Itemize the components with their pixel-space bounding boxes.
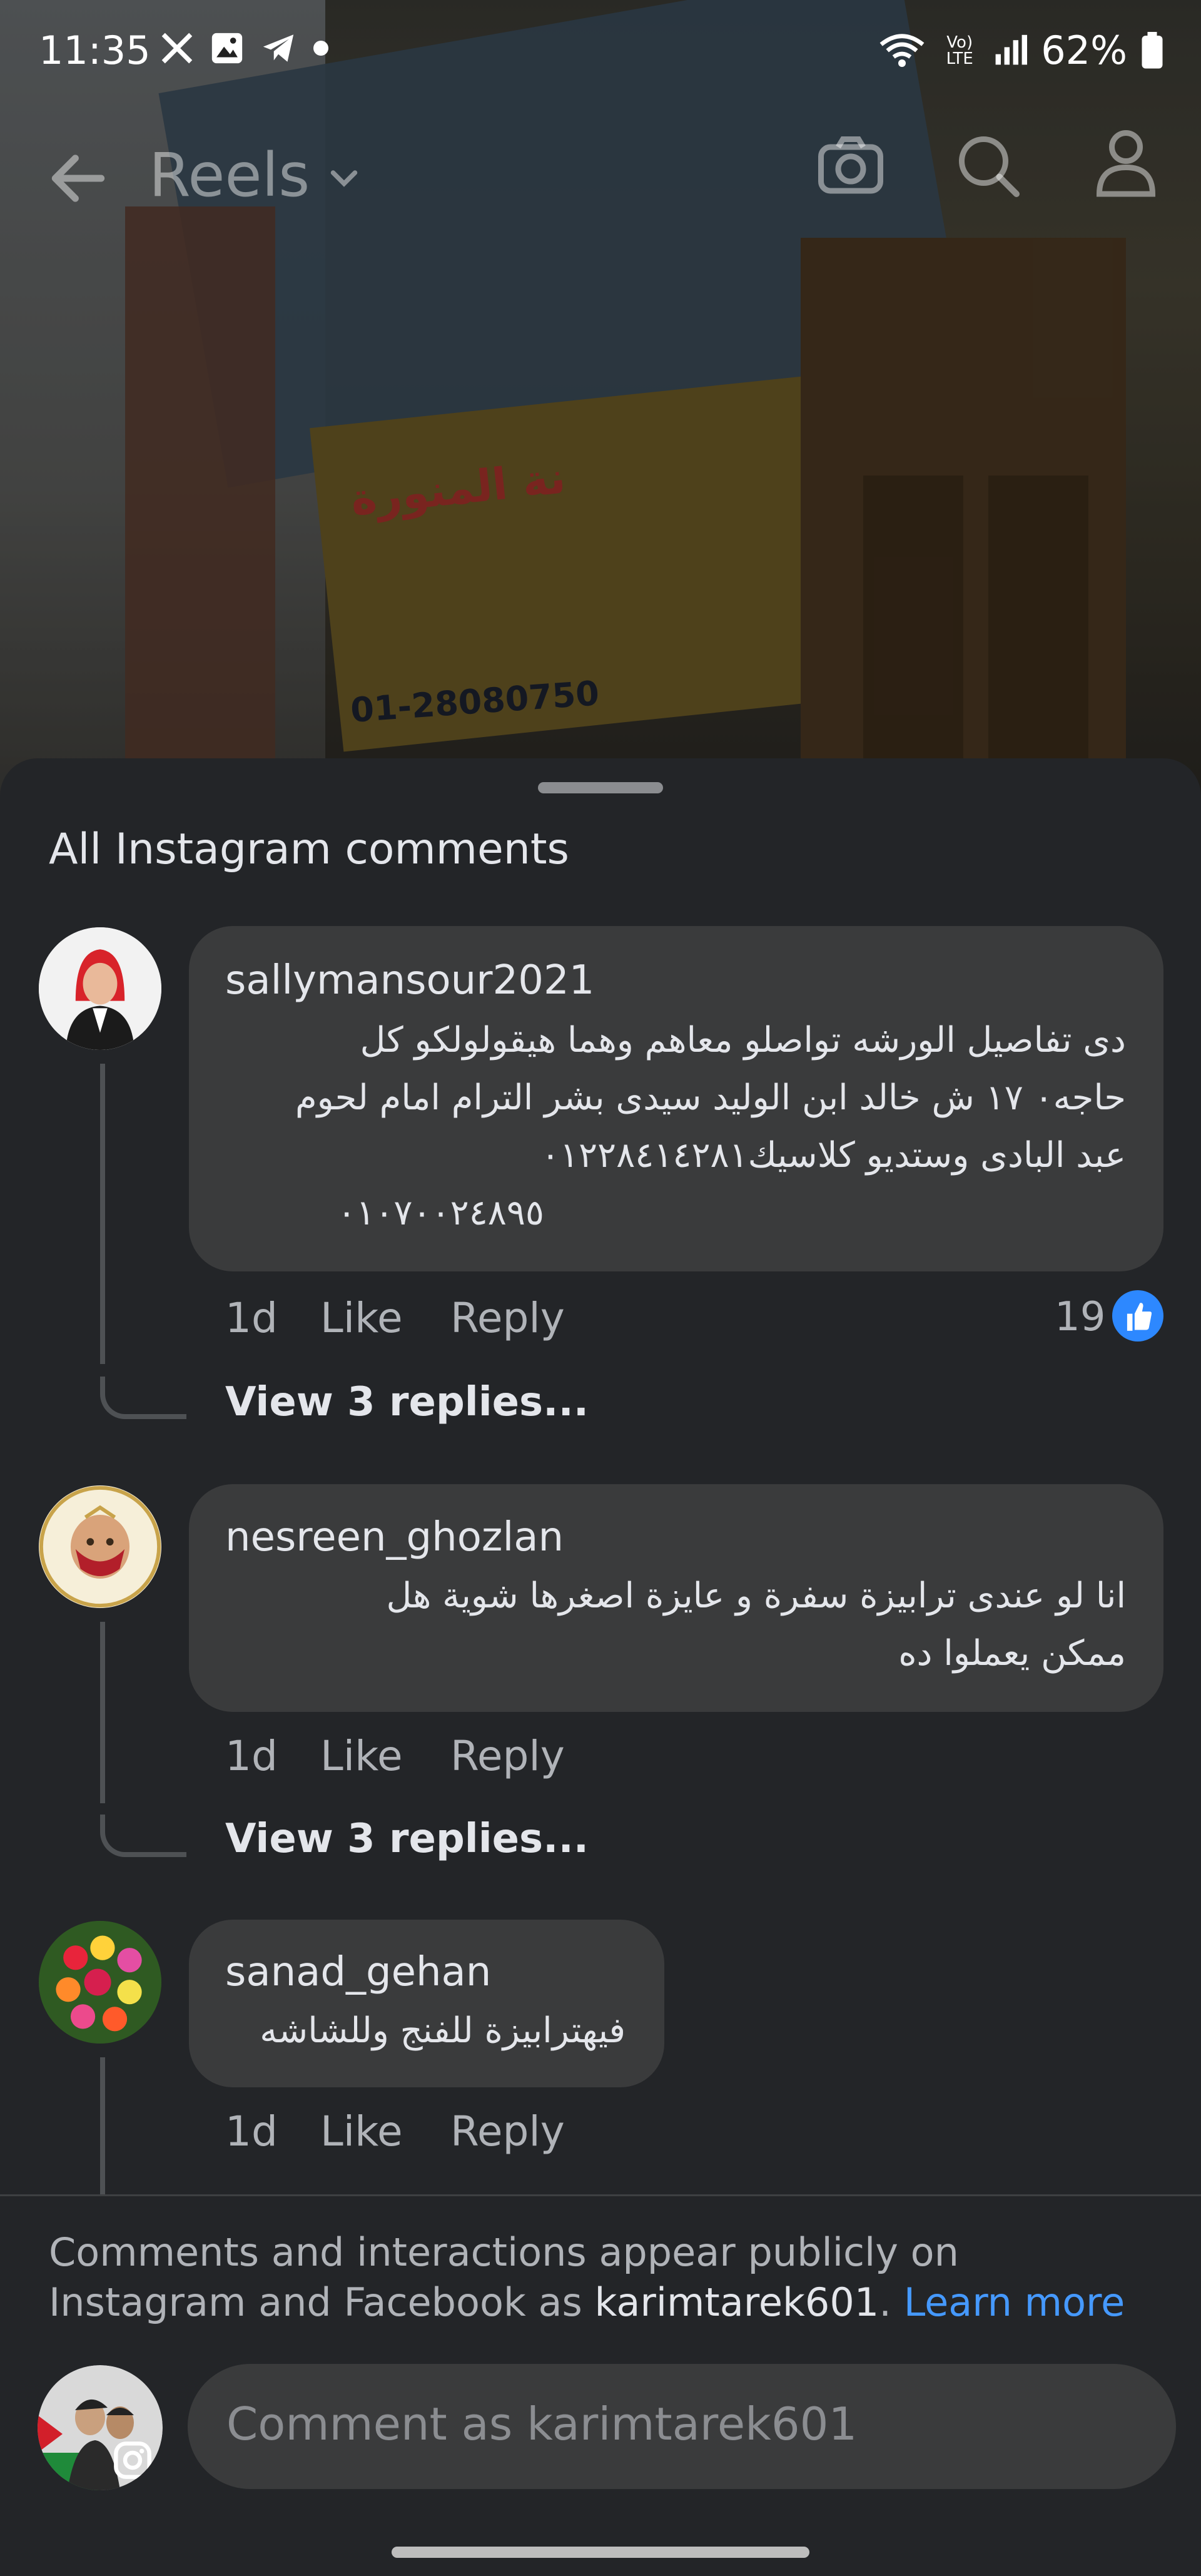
thread-connector [100, 1815, 186, 1857]
public-comment-notice: Comments and interactions appear publicl… [49, 2227, 1162, 2328]
comment-username[interactable]: nesreen_ghozlan [225, 1514, 564, 1560]
comment-text-line: حاجه۰ ١٧ ش خالد ابن الوليد سيدى بشر التر… [295, 1077, 1126, 1118]
search-icon[interactable] [951, 128, 1026, 203]
like-button[interactable]: Like [320, 1732, 403, 1780]
thread-connector [100, 1377, 186, 1419]
avatar-image [39, 1921, 161, 2044]
thread-line [100, 1064, 105, 1364]
comment-username[interactable]: sallymansour2021 [225, 957, 594, 1004]
reply-button[interactable]: Reply [450, 1732, 565, 1780]
battery-icon [1142, 31, 1163, 68]
footer-divider [0, 2194, 1201, 2196]
notice-account: karimtarek601 [594, 2279, 879, 2325]
volte-label: Vo) LTE [946, 33, 973, 68]
status-time: 11:35 [39, 28, 151, 73]
comment-username[interactable]: sanad_gehan [225, 1949, 491, 1995]
sheet-drag-handle[interactable] [538, 782, 663, 793]
status-bar: 11:35 Vo) LTE 62% [0, 0, 1201, 103]
comment-text-line: انا لو عندى ترابيزة سفرة و عايزة اصغرها … [386, 1576, 1126, 1616]
avatar[interactable] [39, 1921, 161, 2044]
like-button[interactable]: Like [320, 1294, 403, 1342]
telegram-icon [263, 34, 294, 62]
comment-text-line: دى تفاصيل الورشه تواصلو معاهم وهما هيقول… [360, 1020, 1126, 1061]
instagram-icon [114, 2441, 151, 2479]
comment-text-line: ٠١٠٧٠٠٢٤٨٩٥ [337, 1193, 544, 1233]
home-indicator[interactable] [392, 2547, 809, 2558]
sheet-title: All Instagram comments [49, 825, 569, 874]
view-replies-link[interactable]: View 3 replies... [225, 1379, 589, 1425]
avatar-image [39, 927, 161, 1050]
my-avatar[interactable] [38, 2365, 163, 2490]
system-icons: Vo) LTE 62% [877, 28, 1163, 73]
x-app-icon [161, 33, 193, 64]
comment-time: 1d [225, 1732, 278, 1780]
comment-input-placeholder[interactable]: Comment as karimtarek601 [226, 2398, 857, 2450]
like-button[interactable]: Like [320, 2107, 403, 2156]
signal-icon [995, 34, 1028, 64]
notification-icons [159, 30, 330, 66]
chevron-down-icon[interactable] [325, 160, 363, 198]
reply-button[interactable]: Reply [450, 1294, 565, 1342]
thumbs-up-icon [1112, 1290, 1163, 1341]
comment-text-line: عبد البادى وستديو كلاسيك٠١٢٢٨٤١٤٢٨١ [540, 1135, 1126, 1176]
wifi-icon [879, 33, 925, 67]
gallery-icon [211, 33, 243, 64]
thread-line [100, 2057, 105, 2195]
dot-icon [313, 41, 328, 56]
avatar[interactable] [39, 1485, 161, 1608]
comment-time: 1d [225, 2107, 278, 2156]
back-arrow-icon[interactable] [44, 144, 113, 213]
like-count[interactable]: 19 [1055, 1294, 1105, 1340]
camera-icon[interactable] [813, 128, 888, 203]
battery-percent: 62% [1041, 28, 1127, 73]
profile-icon[interactable] [1088, 125, 1163, 200]
notice-period: . [879, 2279, 904, 2325]
comment-time: 1d [225, 1294, 278, 1342]
thread-line [100, 1622, 105, 1803]
avatar-image [39, 1485, 161, 1608]
reply-button[interactable]: Reply [450, 2107, 565, 2156]
avatar[interactable] [39, 927, 161, 1050]
reel-video-background[interactable]: نة المنورة 01-28080750 [0, 0, 1201, 813]
video-dim-overlay [0, 0, 1201, 813]
view-replies-link[interactable]: View 3 replies... [225, 1816, 589, 1862]
comment-text-line: فيهترابيزة للفنج وللشاشه [260, 2010, 626, 2051]
reels-title[interactable]: Reels [149, 140, 310, 210]
learn-more-link[interactable]: Learn more [904, 2279, 1125, 2325]
comment-text-line: ممكن يعملوا ده [898, 1633, 1126, 1674]
